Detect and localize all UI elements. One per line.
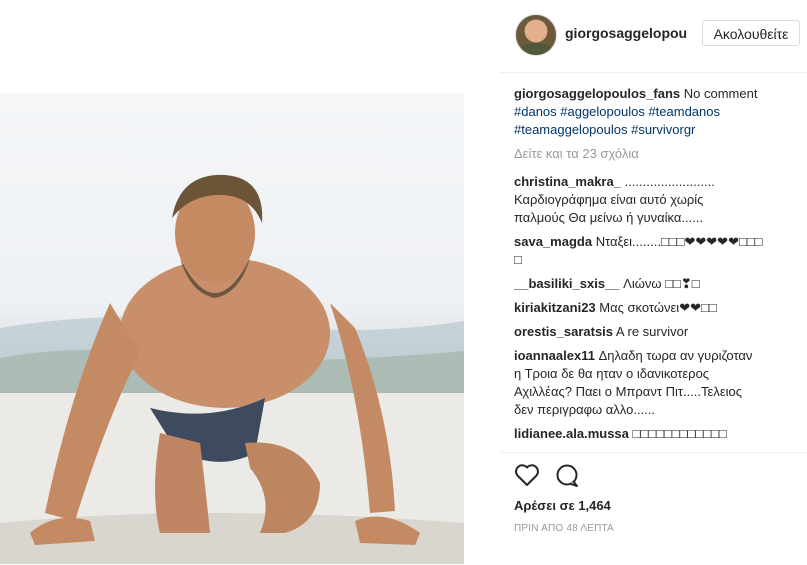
caption-hashtags-line1[interactable]: #danos #aggelopoulos #teamdanos xyxy=(514,104,720,119)
list-item: sava_magda Νταξει........□□□❤❤❤❤❤□□□ □ xyxy=(514,233,792,269)
post-username[interactable]: giorgosaggelopou xyxy=(565,25,687,41)
list-item: orestis_saratsis A re survivor xyxy=(514,323,792,341)
caption-hashtags-line2[interactable]: #teamaggelopoulos #survivorgr xyxy=(514,122,695,137)
comment-text: Λιώνω □□❣□ xyxy=(623,276,700,291)
heart-icon[interactable] xyxy=(514,463,540,492)
comment-text: A re survivor xyxy=(615,324,689,339)
caption: giorgosaggelopoulos_fans No comment #dan… xyxy=(514,85,792,139)
likes-count[interactable]: Αρέσει σε 1,464 xyxy=(514,498,611,513)
comments-list: giorgosaggelopoulos_fans No comment #dan… xyxy=(514,85,792,449)
post-timestamp: ΠΡΙΝ ΑΠΟ 48 ΛΕΠΤΑ xyxy=(514,523,614,534)
comment-author[interactable]: christina_makra_ xyxy=(514,174,621,189)
caption-text: No comment xyxy=(683,86,758,101)
comment-text: Μας σκοτώνει❤❤□□ xyxy=(599,300,717,315)
comment-author[interactable]: lidianee.ala.mussa xyxy=(514,426,629,441)
post-photo-pane xyxy=(0,0,500,564)
caption-author[interactable]: giorgosaggelopoulos_fans xyxy=(514,86,680,101)
view-all-comments-link[interactable]: Δείτε και τα 23 σχόλια xyxy=(514,145,792,163)
avatar[interactable] xyxy=(515,14,557,56)
post-sidebar: giorgosaggelopou Ακολουθείτε giorgosagge… xyxy=(500,0,807,564)
post-actions: Αρέσει σε 1,464 ΠΡΙΝ ΑΠΟ 48 ΛΕΠΤΑ xyxy=(500,452,807,565)
comment-author[interactable]: orestis_saratsis xyxy=(514,324,613,339)
comment-author[interactable]: __basiliki_sxis__ xyxy=(514,276,620,291)
comment-author[interactable]: ioannaalex11 xyxy=(514,348,595,363)
post-photo-illustration xyxy=(0,174,464,564)
comment-text: □□□□□□□□□□□□ xyxy=(632,426,727,441)
post-header: giorgosaggelopou Ακολουθείτε xyxy=(500,0,807,73)
list-item: kiriakitzani23 Μας σκοτώνει❤❤□□ xyxy=(514,299,792,317)
comment-author[interactable]: kiriakitzani23 xyxy=(514,300,596,315)
list-item: lidianee.ala.mussa □□□□□□□□□□□□ xyxy=(514,425,792,443)
comment-author[interactable]: sava_magda xyxy=(514,234,592,249)
comment-icon[interactable] xyxy=(554,463,580,494)
post-photo[interactable] xyxy=(0,93,464,564)
list-item: __basiliki_sxis__ Λιώνω □□❣□ xyxy=(514,275,792,293)
list-item: ioannaalex11 Δηλαδη τωρα αν γυριζοταν η … xyxy=(514,347,792,419)
list-item: christina_makra_ .......................… xyxy=(514,173,792,227)
following-button[interactable]: Ακολουθείτε xyxy=(702,20,800,46)
